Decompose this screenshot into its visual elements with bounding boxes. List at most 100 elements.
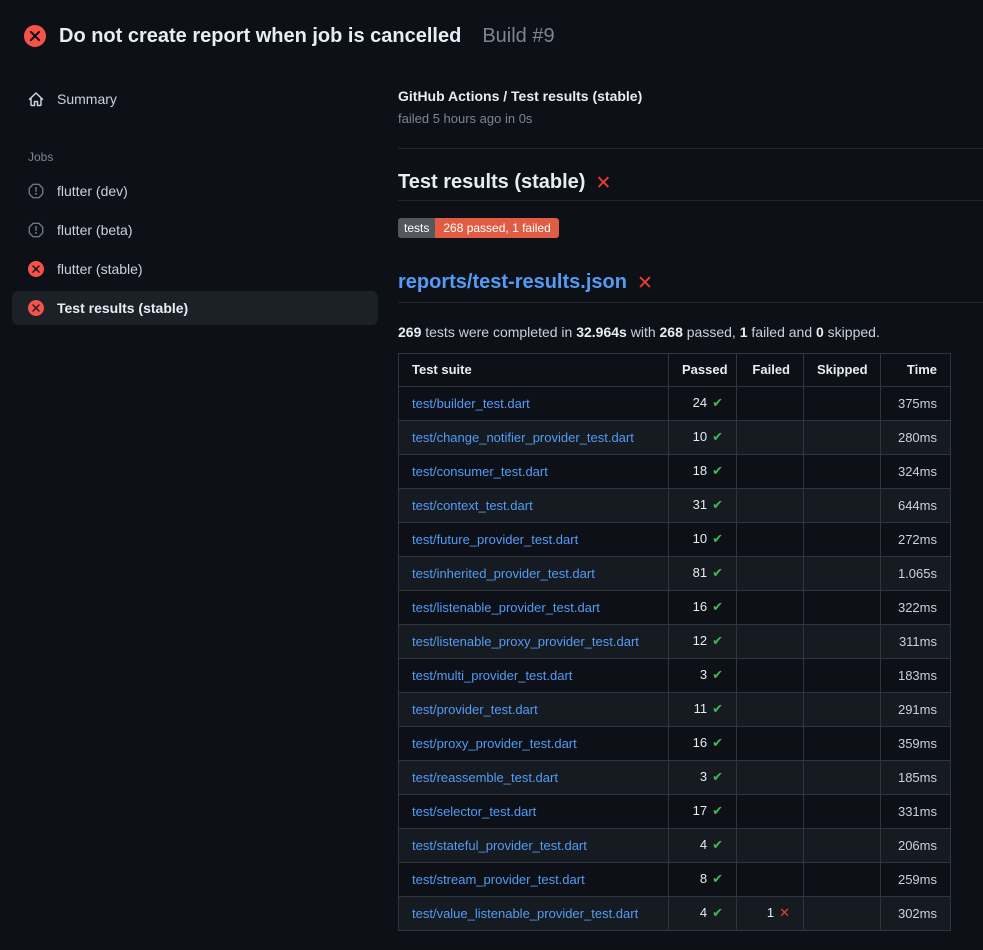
test-suite-link[interactable]: test/listenable_proxy_provider_test.dart — [412, 634, 639, 649]
sidebar-job-item-0[interactable]: flutter (dev) — [12, 174, 378, 208]
cell-failed — [737, 863, 804, 897]
test-suite-link[interactable]: test/proxy_provider_test.dart — [412, 736, 577, 751]
cell-passed-count: 31 — [693, 497, 707, 512]
sidebar: Summary Jobs flutter (dev)flutter (beta)… — [0, 56, 390, 330]
cell-failed — [737, 523, 804, 557]
failed-cross-icon: ✕ — [637, 272, 653, 294]
cell-passed: 16✔ — [669, 727, 737, 761]
jobs-list: flutter (dev) flutter (beta) flutter (stab… — [0, 174, 390, 325]
table-row: test/consumer_test.dart18✔324ms — [399, 455, 951, 489]
cell-test-suite: test/proxy_provider_test.dart — [399, 727, 669, 761]
cell-passed-count: 16 — [693, 735, 707, 750]
check-run-breadcrumb: GitHub Actions / Test results (stable) — [398, 88, 983, 104]
test-suite-link[interactable]: test/stream_provider_test.dart — [412, 872, 585, 887]
check-icon: ✔ — [712, 430, 723, 445]
table-row: test/proxy_provider_test.dart16✔359ms — [399, 727, 951, 761]
test-suite-link[interactable]: test/change_notifier_provider_test.dart — [412, 430, 634, 445]
test-suite-link[interactable]: test/reassemble_test.dart — [412, 770, 558, 785]
cell-time: 183ms — [881, 659, 951, 693]
cell-test-suite: test/reassemble_test.dart — [399, 761, 669, 795]
test-suite-link[interactable]: test/listenable_provider_test.dart — [412, 600, 600, 615]
table-row: test/context_test.dart31✔644ms — [399, 489, 951, 523]
sidebar-item-summary[interactable]: Summary — [12, 82, 378, 116]
cell-skipped — [804, 795, 881, 829]
check-icon: ✔ — [712, 532, 723, 547]
cell-time: 259ms — [881, 863, 951, 897]
cell-passed: 18✔ — [669, 455, 737, 489]
cell-failed — [737, 761, 804, 795]
cell-skipped — [804, 387, 881, 421]
cell-test-suite: test/value_listenable_provider_test.dart — [399, 897, 669, 931]
summary-text: tests were completed in — [421, 324, 576, 340]
test-suite-link[interactable]: test/provider_test.dart — [412, 702, 538, 717]
cell-time: 206ms — [881, 829, 951, 863]
test-suite-link[interactable]: test/consumer_test.dart — [412, 464, 548, 479]
report-file-link[interactable]: reports/test-results.json — [398, 271, 627, 294]
cell-skipped — [804, 761, 881, 795]
test-suite-link[interactable]: test/inherited_provider_test.dart — [412, 566, 595, 581]
sidebar-job-label: flutter (stable) — [57, 261, 143, 277]
tests-badge-label: tests — [398, 218, 435, 238]
cell-failed — [737, 659, 804, 693]
check-icon: ✔ — [712, 804, 723, 819]
summary-text: failed and — [748, 324, 817, 340]
cell-failed — [737, 625, 804, 659]
table-row: test/selector_test.dart17✔331ms — [399, 795, 951, 829]
summary-skipped: 0 — [816, 324, 824, 340]
cell-skipped — [804, 489, 881, 523]
cell-skipped — [804, 829, 881, 863]
cell-passed-count: 4 — [700, 905, 707, 920]
cell-failed — [737, 829, 804, 863]
check-run-page: Do not create report when job is cancell… — [0, 0, 983, 950]
cell-failed — [737, 489, 804, 523]
cell-skipped — [804, 693, 881, 727]
test-suite-link[interactable]: test/builder_test.dart — [412, 396, 530, 411]
x-circle-icon — [28, 261, 44, 277]
summary-text: skipped. — [824, 324, 880, 340]
cell-passed-count: 4 — [700, 837, 707, 852]
cell-test-suite: test/consumer_test.dart — [399, 455, 669, 489]
home-icon — [28, 91, 44, 107]
cell-passed: 16✔ — [669, 591, 737, 625]
cell-failed — [737, 455, 804, 489]
test-suite-link[interactable]: test/stateful_provider_test.dart — [412, 838, 587, 853]
cell-failed: 1✕ — [737, 897, 804, 931]
sidebar-job-item-3[interactable]: Test results (stable) — [12, 291, 378, 325]
cell-test-suite: test/future_provider_test.dart — [399, 523, 669, 557]
cell-skipped — [804, 523, 881, 557]
cross-icon: ✕ — [779, 906, 790, 921]
test-suite-link[interactable]: test/context_test.dart — [412, 498, 533, 513]
cell-passed-count: 11 — [694, 701, 708, 716]
cell-passed-count: 3 — [700, 769, 707, 784]
cell-skipped — [804, 557, 881, 591]
check-icon: ✔ — [712, 668, 723, 683]
cell-failed — [737, 557, 804, 591]
sidebar-job-label: flutter (beta) — [57, 222, 132, 238]
test-suite-link[interactable]: test/multi_provider_test.dart — [412, 668, 572, 683]
cell-passed-count: 10 — [693, 429, 707, 444]
section-heading-text: Test results (stable) — [398, 171, 585, 194]
check-icon: ✔ — [712, 396, 723, 411]
cell-skipped — [804, 455, 881, 489]
check-icon: ✔ — [712, 838, 723, 853]
cell-time: 322ms — [881, 591, 951, 625]
test-suite-link[interactable]: test/future_provider_test.dart — [412, 532, 578, 547]
cell-time: 1.065s — [881, 557, 951, 591]
cell-test-suite: test/listenable_provider_test.dart — [399, 591, 669, 625]
cell-time: 331ms — [881, 795, 951, 829]
table-row: test/value_listenable_provider_test.dart… — [399, 897, 951, 931]
sidebar-job-item-2[interactable]: flutter (stable) — [12, 252, 378, 286]
check-icon: ✔ — [712, 498, 723, 513]
sidebar-job-item-1[interactable]: flutter (beta) — [12, 213, 378, 247]
cell-failed — [737, 387, 804, 421]
divider — [398, 148, 983, 149]
column-header-skipped: Skipped — [804, 354, 881, 387]
cell-passed: 81✔ — [669, 557, 737, 591]
check-icon: ✔ — [712, 872, 723, 887]
test-suite-link[interactable]: test/value_listenable_provider_test.dart — [412, 906, 638, 921]
test-suite-link[interactable]: test/selector_test.dart — [412, 804, 536, 819]
cell-time: 311ms — [881, 625, 951, 659]
cell-passed: 10 ✔ — [669, 421, 737, 455]
cell-skipped — [804, 727, 881, 761]
column-header-test-suite: Test suite — [399, 354, 669, 387]
